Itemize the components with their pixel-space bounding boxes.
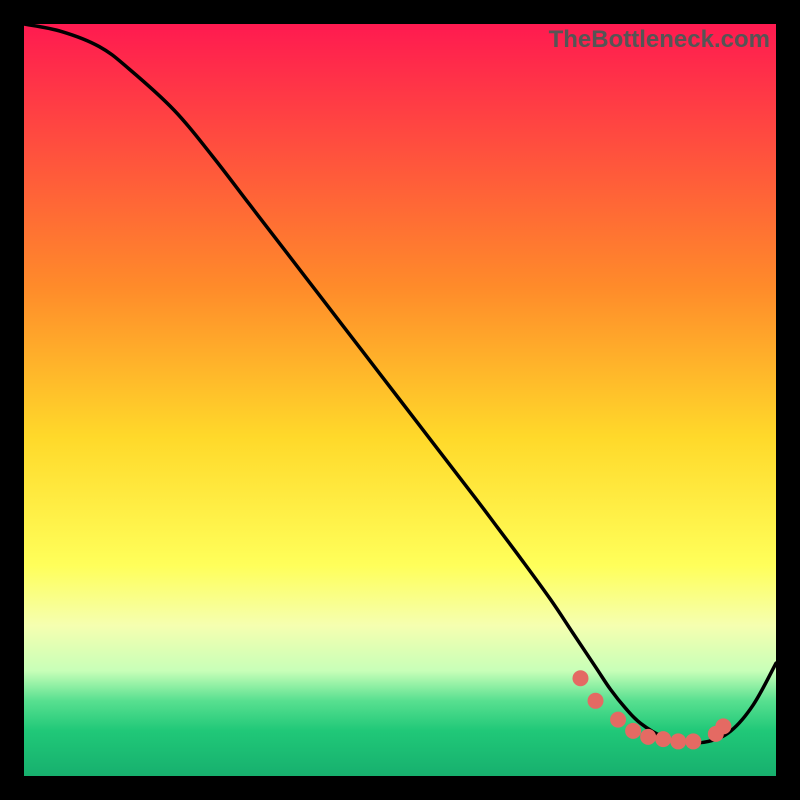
- chart-frame: TheBottleneck.com: [0, 0, 800, 800]
- watermark-text: TheBottleneck.com: [549, 26, 770, 54]
- marker-dot: [715, 718, 731, 734]
- marker-dot: [685, 733, 701, 749]
- chart-svg: [24, 24, 776, 776]
- marker-dot: [670, 733, 686, 749]
- marker-dot: [588, 693, 604, 709]
- marker-dot: [610, 712, 626, 728]
- plot-area: TheBottleneck.com: [24, 24, 776, 776]
- marker-dot: [655, 731, 671, 747]
- marker-dot: [572, 670, 588, 686]
- marker-dot: [625, 723, 641, 739]
- marker-dot: [640, 729, 656, 745]
